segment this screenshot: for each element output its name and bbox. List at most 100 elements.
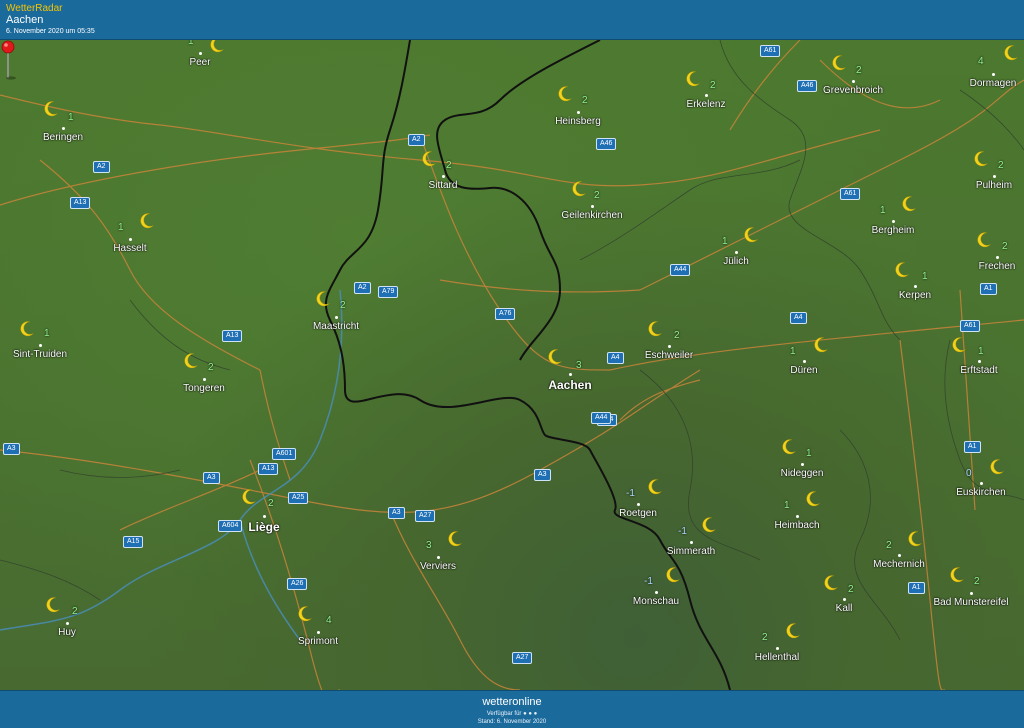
city-dot — [263, 515, 266, 518]
moon-icon — [948, 566, 966, 584]
temperature-value: -1 — [626, 488, 635, 499]
moon-icon — [780, 438, 798, 456]
city-dot — [993, 175, 996, 178]
city-dot — [970, 592, 973, 595]
city-label[interactable]: Roetgen — [619, 508, 657, 519]
city-label[interactable]: Peer — [189, 57, 210, 68]
wetteronline-logo[interactable]: wetteronline — [0, 696, 1024, 708]
moon-icon — [42, 100, 60, 118]
motorway-label: A1 — [980, 283, 997, 295]
city-label[interactable]: Erkelenz — [687, 99, 726, 110]
temperature-value: 2 — [974, 576, 980, 587]
temperature-value: 2 — [762, 632, 768, 643]
motorway-label: A3 — [203, 472, 220, 484]
city-label[interactable]: Sint-Truiden — [13, 349, 67, 360]
city-label[interactable]: Bergheim — [872, 225, 915, 236]
city-label[interactable]: Hasselt — [113, 243, 146, 254]
motorway-label: A46 — [797, 80, 818, 92]
moon-icon — [972, 150, 990, 168]
moon-icon — [314, 290, 332, 308]
city-label[interactable]: Aachen — [548, 378, 591, 392]
moon-icon — [44, 596, 62, 614]
city-dot — [843, 598, 846, 601]
city-dot — [996, 256, 999, 259]
city-dot — [992, 73, 995, 76]
city-label[interactable]: Nideggen — [781, 468, 824, 479]
moon-icon — [906, 530, 924, 548]
city-dot — [129, 238, 132, 241]
city-dot — [203, 378, 206, 381]
availability-text: Verfügbar für ● ● ● — [486, 711, 538, 717]
motorway-label: A1 — [908, 582, 925, 594]
location-pin-icon[interactable] — [0, 40, 16, 80]
city-label[interactable]: Heimbach — [774, 520, 819, 531]
temperature-value: 4 — [326, 615, 332, 626]
motorway-label: A15 — [123, 536, 144, 548]
temperature-value: 2 — [848, 584, 854, 595]
city-label[interactable]: Bad Munstereifel — [933, 597, 1008, 608]
city-label[interactable]: Euskirchen — [956, 487, 1005, 498]
city-label[interactable]: Eschweiler — [645, 350, 693, 361]
motorway-label: A44 — [591, 412, 612, 424]
moon-icon — [182, 352, 200, 370]
city-label[interactable]: Simmerath — [667, 546, 715, 557]
city-dot — [335, 316, 338, 319]
city-label[interactable]: Huy — [58, 627, 76, 638]
moon-icon — [296, 605, 314, 623]
temperature-value: 3 — [426, 540, 432, 551]
city-label[interactable]: Pulheim — [976, 180, 1012, 191]
city-dot — [668, 345, 671, 348]
motorway-label: A25 — [288, 492, 309, 504]
city-dot — [892, 220, 895, 223]
moon-icon — [893, 261, 911, 279]
brand-title: WetterRadar — [6, 3, 63, 14]
city-label[interactable]: Düren — [790, 365, 817, 376]
motorway-label: A604 — [218, 520, 243, 532]
motorway-label: A4 — [607, 352, 624, 364]
city-dot — [569, 373, 572, 376]
footer-bar: wetteronline Verfügbar für ● ● ● Stand: … — [0, 690, 1024, 728]
city-label[interactable]: Beringen — [43, 132, 83, 143]
moon-icon — [822, 574, 840, 592]
city-label[interactable]: Liège — [248, 520, 279, 534]
city-label[interactable]: Maastricht — [313, 321, 359, 332]
motorway-label: A4 — [790, 312, 807, 324]
moon-icon — [420, 150, 438, 168]
motorway-label: A46 — [596, 138, 617, 150]
city-label[interactable]: Kerpen — [899, 290, 931, 301]
timestamp: 6. November 2020 um 05:35 — [6, 28, 95, 35]
city-label[interactable]: Grevenbroich — [823, 85, 883, 96]
city-label[interactable]: Hellenthal — [755, 652, 799, 663]
motorway-label: A3 — [534, 469, 551, 481]
city-label[interactable]: Dormagen — [970, 78, 1017, 89]
city-label[interactable]: Tongeren — [183, 383, 225, 394]
city-label[interactable]: Jülich — [723, 256, 749, 267]
temperature-value: 2 — [446, 160, 452, 171]
city-dot — [776, 647, 779, 650]
city-label[interactable]: Sittard — [429, 180, 458, 191]
temperature-value: 1 — [806, 448, 812, 459]
city-label[interactable]: Geilenkirchen — [561, 210, 622, 221]
city-label[interactable]: Frechen — [979, 261, 1016, 272]
temperature-value: 2 — [594, 190, 600, 201]
city-label[interactable]: Heinsberg — [555, 116, 601, 127]
city-label[interactable]: Monschau — [633, 596, 679, 607]
city-label[interactable]: Sprimont — [298, 636, 338, 647]
temperature-value: 1 — [880, 205, 886, 216]
weather-map[interactable]: Peer 1 Beringen 1 Hasselt 1 Sint-Truiden 1 Tonge… — [0, 40, 1024, 690]
city-label[interactable]: Mechernich — [873, 559, 925, 570]
temperature-value: 1 — [68, 112, 74, 123]
city-label[interactable]: Kall — [836, 603, 853, 614]
moon-icon — [950, 336, 968, 354]
top-bar: WetterRadar Aachen 6. November 2020 um 0… — [0, 0, 1024, 40]
city-dot — [655, 591, 658, 594]
motorway-label: A61 — [960, 320, 981, 332]
temperature-value: 4 — [978, 56, 984, 67]
temperature-value: 1 — [188, 40, 194, 47]
moon-icon — [684, 70, 702, 88]
city-dot — [66, 622, 69, 625]
city-label[interactable]: Erftstadt — [960, 365, 997, 376]
city-dot — [437, 556, 440, 559]
city-label[interactable]: Verviers — [420, 561, 456, 572]
moon-icon — [812, 336, 830, 354]
